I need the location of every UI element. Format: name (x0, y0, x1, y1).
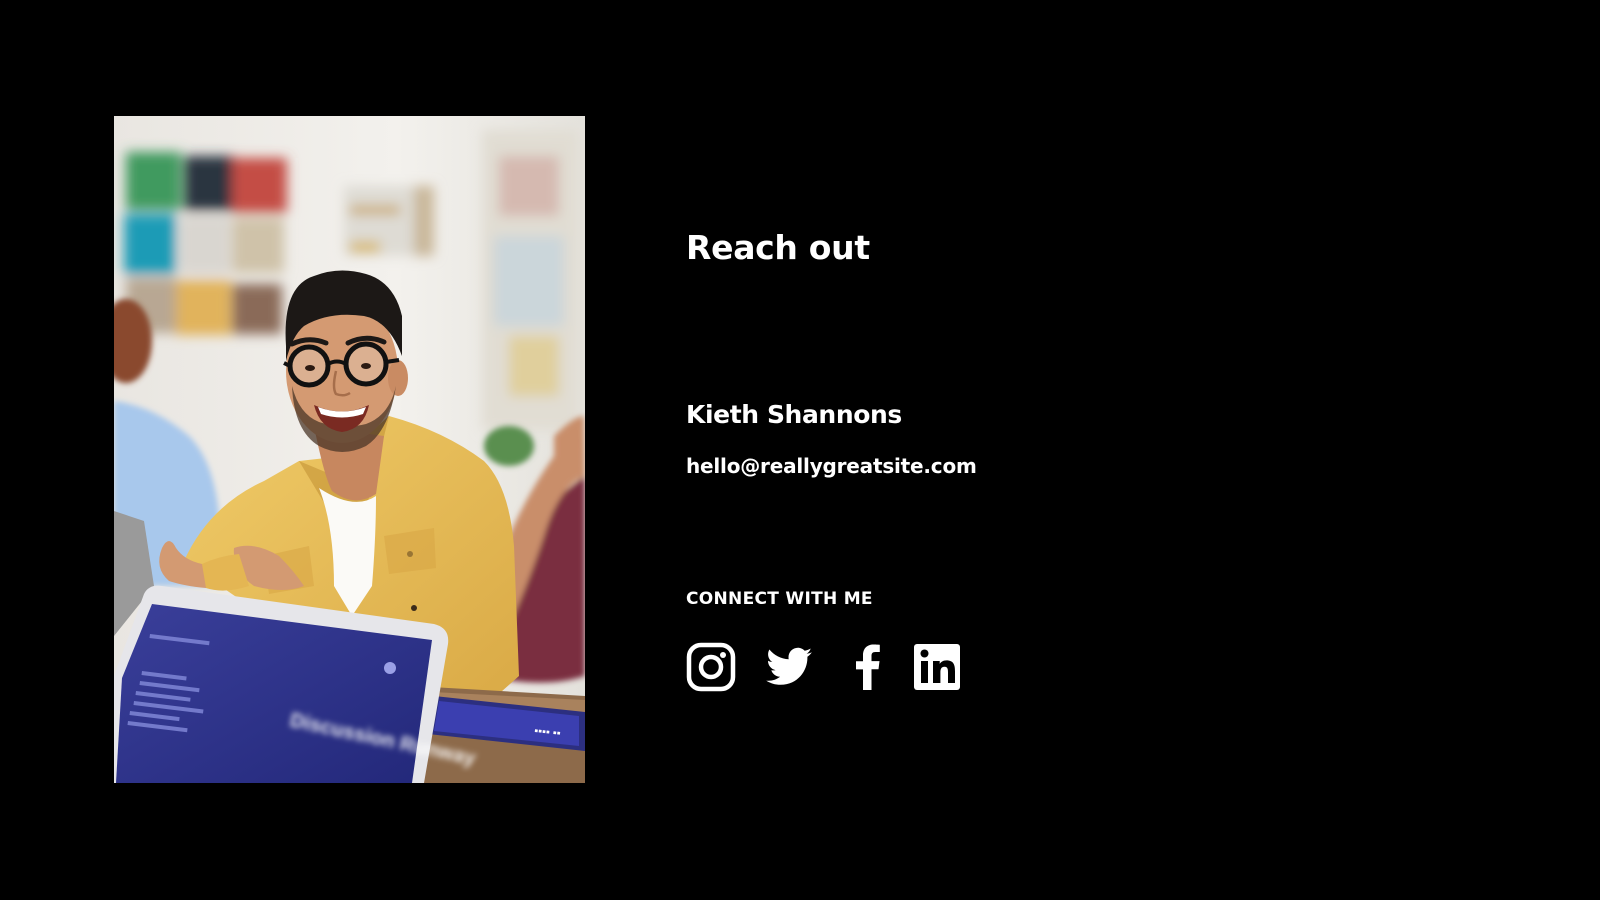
social-links (686, 642, 976, 692)
contact-name: Kieth Shannons (686, 400, 902, 429)
connect-label: CONNECT WITH ME (686, 589, 873, 609)
instagram-icon[interactable] (686, 642, 736, 692)
linkedin-icon[interactable] (912, 642, 962, 692)
contact-info: Reach out Kieth Shannons hello@reallygre… (686, 0, 1386, 900)
twitter-icon[interactable] (764, 642, 814, 692)
facebook-icon[interactable] (844, 642, 894, 692)
page-title: Reach out (686, 228, 870, 267)
profile-photo: ▪▪▪▪ ▪▪ Discussion Runway (114, 116, 585, 783)
contact-slide: ▪▪▪▪ ▪▪ Discussion Runway Reach out Kiet… (0, 0, 1600, 900)
contact-email[interactable]: hello@reallygreatsite.com (686, 454, 977, 478)
